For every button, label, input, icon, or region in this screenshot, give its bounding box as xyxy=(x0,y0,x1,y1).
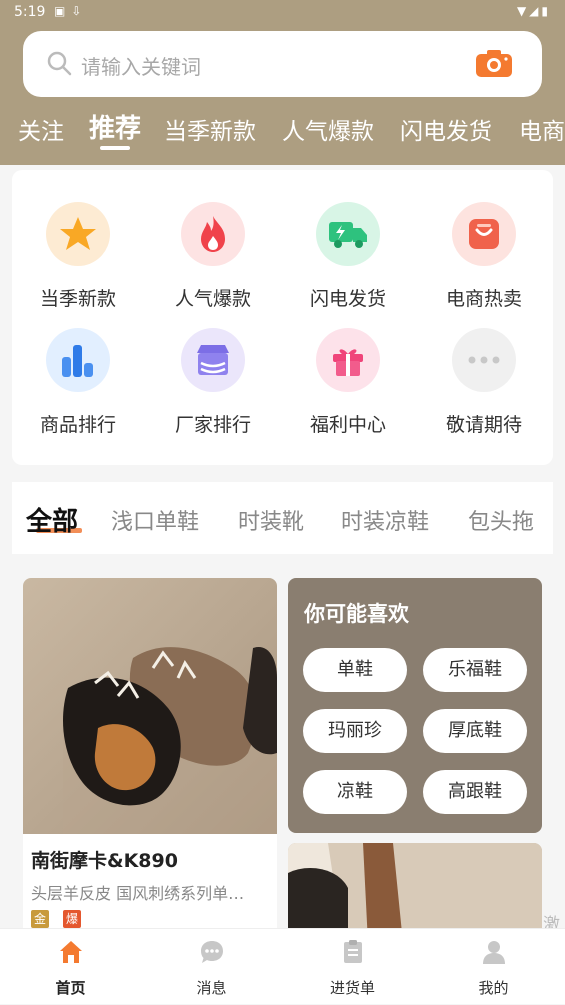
like-tag-single-shoes[interactable]: 单鞋 xyxy=(303,648,407,692)
nav-label: 消息 xyxy=(196,979,227,997)
filter-flat-shoes[interactable]: 浅口单鞋 xyxy=(111,504,199,536)
category-season-new[interactable]: 当季新款 xyxy=(18,202,138,311)
top-tab-bar: 关注 推荐 当季新款 人气爆款 闪电发货 电商 xyxy=(0,106,565,156)
category-filter-bar: 全部 浅口单鞋 时装靴 时装凉鞋 包头拖 xyxy=(12,482,553,554)
you-may-like-card: 你可能喜欢 单鞋 乐福鞋 玛丽珍 厚底鞋 凉鞋 高跟鞋 xyxy=(288,578,542,833)
like-tag-sandals[interactable]: 凉鞋 xyxy=(303,770,407,814)
gift-icon xyxy=(316,328,380,392)
filter-fashion-boots[interactable]: 时装靴 xyxy=(238,504,304,536)
nav-label: 进货单 xyxy=(329,979,375,997)
bar-chart-icon xyxy=(46,328,110,392)
category-grid: 当季新款 人气爆款 闪电发货 电商热卖 商品排行 厂家排行 福利中心 敬请期待 xyxy=(12,170,553,465)
product-image xyxy=(23,578,277,834)
chat-icon xyxy=(201,941,223,963)
search-input[interactable]: 请输入关键词 xyxy=(81,51,201,80)
category-label: 商品排行 xyxy=(39,414,116,436)
gold-badge: 金 xyxy=(31,910,49,928)
like-tag-mary-jane[interactable]: 玛丽珍 xyxy=(303,709,407,753)
notification-icons: ▣⇩ xyxy=(54,4,88,18)
like-tag-loafers[interactable]: 乐福鞋 xyxy=(423,648,527,692)
nav-messages[interactable]: 消息 xyxy=(141,929,282,1005)
category-label: 人气爆款 xyxy=(174,288,251,310)
product-description: 头层羊反皮 国风刺绣系列单… xyxy=(31,884,245,903)
order-list-icon xyxy=(344,940,362,963)
category-popular[interactable]: 人气爆款 xyxy=(153,202,273,311)
fire-icon xyxy=(181,202,245,266)
filter-all[interactable]: 全部 xyxy=(26,501,78,538)
like-tag-platform[interactable]: 厚底鞋 xyxy=(423,709,527,753)
category-welfare-center[interactable]: 福利中心 xyxy=(288,328,408,437)
nav-label: 首页 xyxy=(55,979,86,997)
category-ecommerce-hot[interactable]: 电商热卖 xyxy=(424,202,544,311)
tab-follow[interactable]: 关注 xyxy=(18,112,64,146)
tab-fast-delivery[interactable]: 闪电发货 xyxy=(400,112,492,146)
category-label: 电商热卖 xyxy=(445,288,522,310)
bottom-nav: 首页 消息 进货单 我的 xyxy=(0,928,565,1004)
delivery-truck-icon xyxy=(316,202,380,266)
camera-icon[interactable] xyxy=(474,47,514,79)
tab-popular[interactable]: 人气爆款 xyxy=(282,112,374,146)
more-dots-icon xyxy=(452,328,516,392)
tab-recommend[interactable]: 推荐 xyxy=(89,108,141,145)
status-time: 5:19 xyxy=(14,4,46,20)
category-label: 闪电发货 xyxy=(309,288,386,310)
nav-home[interactable]: 首页 xyxy=(0,929,141,1005)
home-icon xyxy=(60,941,82,963)
nav-label: 我的 xyxy=(478,979,509,997)
active-tab-indicator xyxy=(100,146,130,150)
hot-badge: 爆 xyxy=(63,910,81,928)
tab-season-new[interactable]: 当季新款 xyxy=(164,112,256,146)
search-bar[interactable]: 请输入关键词 xyxy=(23,31,542,97)
category-label: 当季新款 xyxy=(39,288,116,310)
category-label: 福利中心 xyxy=(309,414,386,436)
search-icon xyxy=(47,51,72,76)
nav-purchase-order[interactable]: 进货单 xyxy=(282,929,423,1005)
nav-profile[interactable]: 我的 xyxy=(423,929,564,1005)
tab-ecommerce[interactable]: 电商 xyxy=(519,112,565,146)
user-icon xyxy=(483,941,505,964)
signal-battery-icon: ▼◢▮ xyxy=(516,4,551,18)
category-coming-soon[interactable]: 敬请期待 xyxy=(424,328,544,437)
category-product-ranking[interactable]: 商品排行 xyxy=(18,328,138,437)
shopping-bag-icon xyxy=(452,202,516,266)
category-label: 厂家排行 xyxy=(174,414,251,436)
store-icon xyxy=(181,328,245,392)
like-tag-high-heels[interactable]: 高跟鞋 xyxy=(423,770,527,814)
category-fast-delivery[interactable]: 闪电发货 xyxy=(288,202,408,311)
product-title: 南街摩卡&K890 xyxy=(31,850,178,872)
filter-fashion-sandals[interactable]: 时装凉鞋 xyxy=(341,504,429,536)
status-bar: 5:19 ▣⇩ ▼◢▮ xyxy=(0,0,565,26)
you-may-like-title: 你可能喜欢 xyxy=(304,602,409,626)
filter-closed-slippers[interactable]: 包头拖 xyxy=(468,504,534,536)
category-factory-ranking[interactable]: 厂家排行 xyxy=(153,328,273,437)
product-card[interactable]: 南街摩卡&K890 头层羊反皮 国风刺绣系列单… 金 爆 xyxy=(23,578,277,938)
category-label: 敬请期待 xyxy=(445,414,522,436)
star-icon xyxy=(46,202,110,266)
